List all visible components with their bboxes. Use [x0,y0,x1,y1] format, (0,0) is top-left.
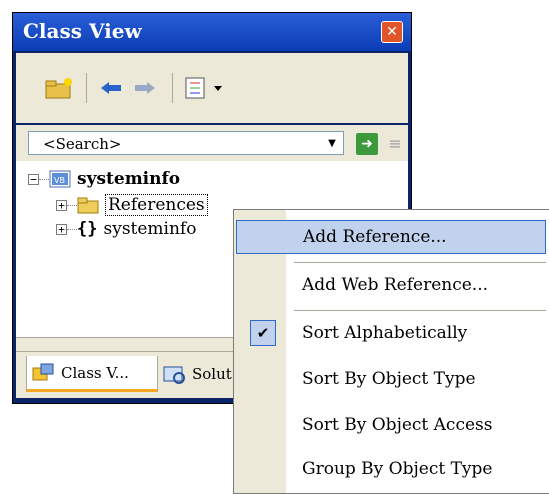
forward-arrow-icon[interactable] [130,75,160,101]
menu-label: Add Reference... [303,227,447,247]
menu-label: Add Web Reference... [302,275,489,295]
search-bar: <Search> ▼ ➜ ≡ [16,125,408,161]
clear-search-icon[interactable]: ≡ [384,133,406,155]
tab-label: Class V... [61,363,129,382]
title-bar: Class View ✕ [13,13,411,51]
menu-label: Group By Object Type [302,459,493,479]
back-arrow-icon[interactable] [96,75,126,101]
expand-icon[interactable]: + [56,223,67,235]
toolbar-separator [86,73,87,103]
tree-node-references[interactable]: + References [56,193,208,217]
svg-text:VB: VB [54,176,65,185]
tab-class-view[interactable]: Class V... [26,356,158,392]
chevron-down-icon[interactable]: ▼ [325,137,339,151]
tree-label: systeminfo [77,169,181,189]
search-input[interactable]: <Search> ▼ [28,131,344,155]
menu-item-add-reference[interactable]: Add Reference... [236,220,546,254]
toolbar-separator [172,73,173,103]
toolbar [16,53,408,123]
tab-label: Solut [192,365,232,383]
expand-icon[interactable]: + [56,199,67,211]
tree-label: systeminfo [103,219,197,239]
tree-label: References [105,194,208,216]
collapse-icon[interactable]: − [28,173,39,185]
tree-node-root[interactable]: − VB systeminfo [28,167,180,191]
menu-label: Sort Alphabetically [302,323,468,343]
settings-list-icon[interactable] [182,75,230,101]
search-placeholder: <Search> [43,135,122,153]
go-arrow-icon[interactable]: ➜ [356,133,378,155]
class-view-icon [32,363,54,380]
new-folder-icon[interactable] [42,75,76,101]
namespace-icon: {} [77,219,98,239]
tree-node-namespace[interactable]: + {} systeminfo [56,217,196,241]
menu-label: Sort By Object Access [302,415,493,435]
menu-label: Sort By Object Type [302,369,476,389]
menu-item-group-by-type[interactable]: Group By Object Type [236,452,546,486]
window-title: Class View [23,19,142,43]
menu-separator [294,262,546,263]
menu-item-sort-alphabetically[interactable]: ✔ Sort Alphabetically [236,316,546,350]
vb-project-icon: VB [49,170,71,188]
checkmark-icon: ✔ [250,320,276,346]
menu-separator [294,310,546,311]
solution-explorer-icon [163,366,185,384]
context-menu: Add Reference... Add Web Reference... ✔ … [233,209,549,494]
menu-item-sort-by-access[interactable]: Sort By Object Access [236,408,546,442]
menu-item-add-web-reference[interactable]: Add Web Reference... [236,268,546,302]
folder-icon [77,197,99,214]
menu-item-sort-by-type[interactable]: Sort By Object Type [236,362,546,396]
close-icon[interactable]: ✕ [381,21,403,43]
